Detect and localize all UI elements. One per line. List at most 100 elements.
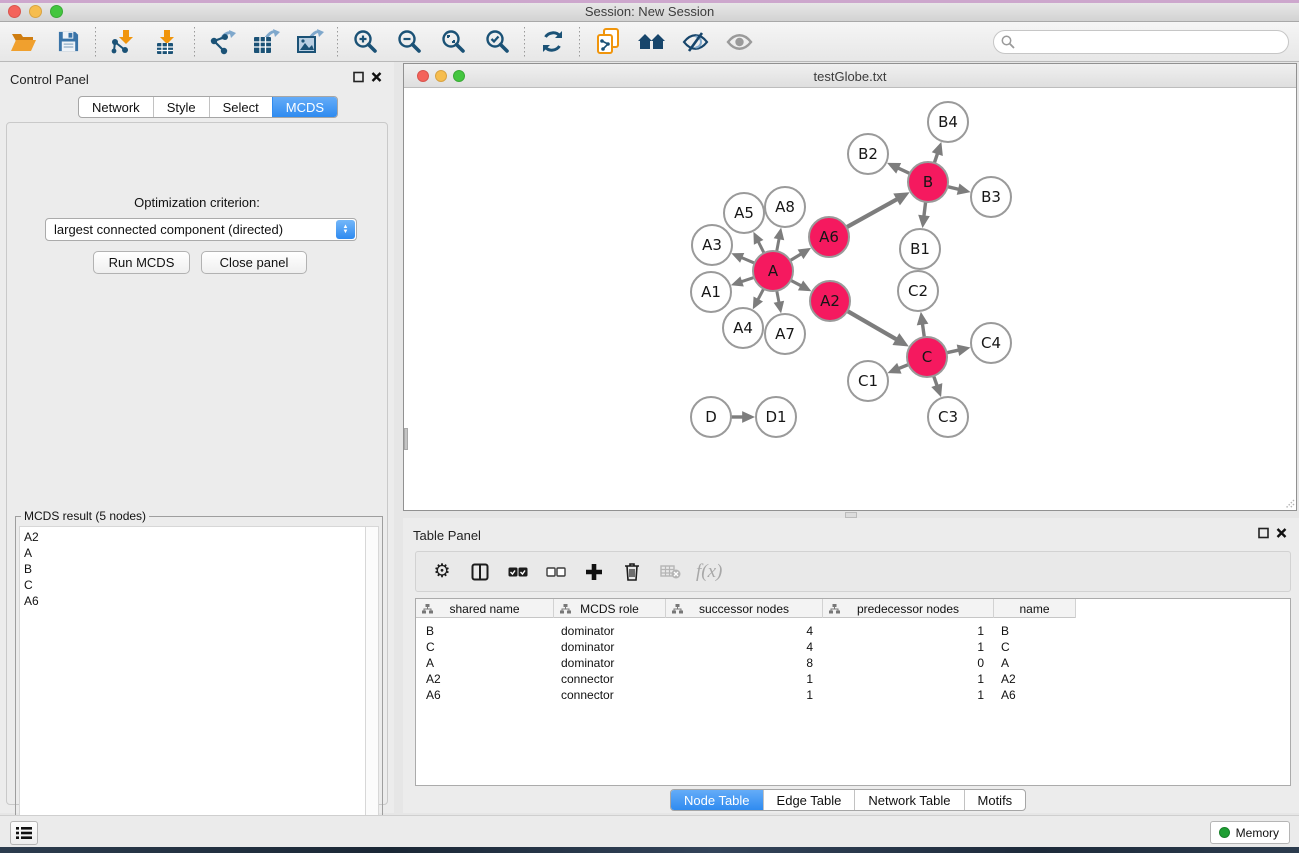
resize-grip-icon[interactable] bbox=[1283, 497, 1295, 509]
close-panel-icon[interactable] bbox=[1276, 527, 1287, 539]
zoom-in-button[interactable] bbox=[343, 25, 387, 59]
zoom-fit-button[interactable] bbox=[431, 25, 475, 59]
network-canvas[interactable]: AA1A2A3A4A5A6A7A8BB1B2B3B4CC1C2C3C4DD1 bbox=[404, 88, 1296, 510]
graph-node-label: C2 bbox=[908, 282, 928, 300]
close-panel-button[interactable]: Close panel bbox=[201, 251, 307, 274]
show-graphics-button[interactable] bbox=[717, 25, 761, 59]
float-panel-icon[interactable] bbox=[353, 71, 364, 83]
tab-network-table[interactable]: Network Table bbox=[854, 790, 963, 810]
table-cell[interactable]: 1 bbox=[823, 671, 984, 687]
column-header-label: MCDS role bbox=[580, 602, 639, 616]
export-table-button[interactable] bbox=[244, 25, 288, 59]
zoom-out-button[interactable] bbox=[387, 25, 431, 59]
tab-select[interactable]: Select bbox=[209, 97, 272, 117]
table-cell[interactable]: dominator bbox=[561, 655, 661, 671]
tab-style[interactable]: Style bbox=[153, 97, 209, 117]
memory-button[interactable]: Memory bbox=[1210, 821, 1290, 844]
table-cell[interactable]: A6 bbox=[426, 687, 552, 703]
table-cell[interactable]: dominator bbox=[561, 639, 661, 655]
import-network-button[interactable] bbox=[101, 25, 145, 59]
function-builder-button[interactable]: f(x) bbox=[696, 558, 722, 586]
column-header-MCDS-role[interactable]: MCDS role bbox=[554, 599, 666, 618]
column-header-predecessor-nodes[interactable]: predecessor nodes bbox=[823, 599, 994, 618]
run-mcds-button[interactable]: Run MCDS bbox=[93, 251, 190, 274]
mcds-result-item[interactable]: A2 bbox=[24, 529, 365, 545]
table-cell[interactable]: 0 bbox=[823, 655, 984, 671]
import-table-button[interactable] bbox=[145, 25, 189, 59]
table-cell[interactable]: A2 bbox=[426, 671, 552, 687]
select-all-button[interactable] bbox=[506, 558, 530, 586]
optimization-criterion-select[interactable]: largest connected component (directed) ▲… bbox=[45, 218, 357, 241]
deselect-all-button[interactable] bbox=[544, 558, 568, 586]
table-cell[interactable]: 1 bbox=[823, 623, 984, 639]
graph-edge-A6-B[interactable] bbox=[845, 199, 898, 229]
mcds-result-item[interactable]: A bbox=[24, 545, 365, 561]
refresh-network-button[interactable] bbox=[530, 25, 574, 59]
network-graph[interactable]: AA1A2A3A4A5A6A7A8BB1B2B3B4CC1C2C3C4DD1 bbox=[404, 88, 1296, 510]
table-header-row: shared name MCDS role successor nodesprede… bbox=[416, 599, 1076, 618]
search-input[interactable] bbox=[993, 30, 1289, 54]
open-session-button[interactable] bbox=[2, 25, 46, 59]
refresh-icon bbox=[540, 29, 565, 54]
save-session-button[interactable] bbox=[46, 25, 90, 59]
node-table[interactable]: shared name MCDS role successor nodesprede… bbox=[415, 598, 1291, 786]
table-cell[interactable]: connector bbox=[561, 687, 661, 703]
table-cell[interactable]: C bbox=[426, 639, 552, 655]
delete-columns-button[interactable] bbox=[620, 558, 644, 586]
table-cell[interactable]: dominator bbox=[561, 623, 661, 639]
delete-table-icon bbox=[660, 565, 681, 579]
home-button[interactable] bbox=[629, 25, 673, 59]
tab-network[interactable]: Network bbox=[79, 97, 153, 117]
table-cell[interactable]: 1 bbox=[823, 639, 984, 655]
table-cell[interactable]: C bbox=[1001, 639, 1071, 655]
result-list-scrollbar[interactable] bbox=[365, 526, 379, 852]
column-header-successor-nodes[interactable]: successor nodes bbox=[666, 599, 823, 618]
task-history-button[interactable] bbox=[10, 821, 38, 845]
control-panel-title: Control Panel bbox=[10, 72, 89, 87]
tab-node-table[interactable]: Node Table bbox=[671, 790, 763, 810]
table-cell[interactable]: A2 bbox=[1001, 671, 1071, 687]
table-cell[interactable]: 4 bbox=[666, 623, 813, 639]
window-title: Session: New Session bbox=[0, 4, 1299, 19]
table-settings-button[interactable]: ⚙ bbox=[430, 558, 454, 586]
add-column-button[interactable] bbox=[582, 558, 606, 586]
duplicate-network-button[interactable] bbox=[585, 25, 629, 59]
column-header-shared-name[interactable]: shared name bbox=[416, 599, 554, 618]
canvas-vertical-scrollbar-thumb[interactable] bbox=[404, 428, 408, 450]
table-cell[interactable]: 1 bbox=[666, 687, 813, 703]
graph-edge-A2-C[interactable] bbox=[846, 310, 898, 340]
graph-edge-arrowhead bbox=[957, 345, 971, 356]
export-image-button[interactable] bbox=[288, 25, 332, 59]
table-cell[interactable]: A6 bbox=[1001, 687, 1071, 703]
checked-boxes-icon bbox=[508, 567, 528, 577]
graph-node-label: C3 bbox=[938, 408, 958, 426]
toggle-columns-button[interactable] bbox=[468, 558, 492, 586]
mcds-result-list[interactable]: A2ABCA6 bbox=[19, 526, 365, 852]
table-cell[interactable]: 8 bbox=[666, 655, 813, 671]
tab-mcds[interactable]: MCDS bbox=[272, 97, 337, 117]
mcds-result-item[interactable]: A6 bbox=[24, 593, 365, 609]
tab-motifs[interactable]: Motifs bbox=[964, 790, 1026, 810]
mcds-result-item[interactable]: B bbox=[24, 561, 365, 577]
table-cell[interactable]: 1 bbox=[823, 687, 984, 703]
graph-node-label: B1 bbox=[910, 240, 930, 258]
control-panel: Control Panel NetworkStyleSelectMCDS Opt… bbox=[0, 62, 394, 813]
export-network-button[interactable] bbox=[200, 25, 244, 59]
mcds-result-item[interactable]: C bbox=[24, 577, 365, 593]
tab-edge-table[interactable]: Edge Table bbox=[763, 790, 855, 810]
table-cell[interactable]: A bbox=[1001, 655, 1071, 671]
table-cell[interactable]: 4 bbox=[666, 639, 813, 655]
table-cell[interactable]: 1 bbox=[666, 671, 813, 687]
close-panel-icon[interactable] bbox=[371, 71, 382, 83]
table-cell[interactable]: connector bbox=[561, 671, 661, 687]
hide-graphics-button[interactable] bbox=[673, 25, 717, 59]
zoom-selected-button[interactable] bbox=[475, 25, 519, 59]
delete-table-button[interactable] bbox=[658, 558, 682, 586]
table-cell[interactable]: A bbox=[426, 655, 552, 671]
column-header-name[interactable]: name bbox=[994, 599, 1076, 618]
graph-edge-arrowhead bbox=[917, 312, 929, 326]
table-cell[interactable]: B bbox=[426, 623, 552, 639]
float-panel-icon[interactable] bbox=[1258, 527, 1269, 539]
table-cell[interactable]: B bbox=[1001, 623, 1071, 639]
graph-edge-arrowhead bbox=[774, 228, 785, 241]
